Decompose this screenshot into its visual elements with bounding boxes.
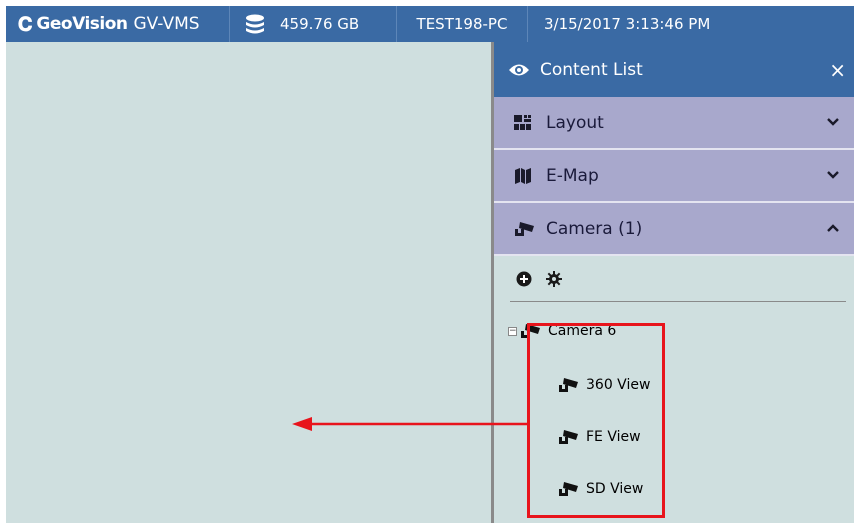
geovision-logo-icon: 𝐂 — [18, 12, 33, 36]
storage-value: 459.76 GB — [280, 15, 360, 33]
tree-item-sd-view[interactable]: SD View — [558, 480, 643, 498]
camera-icon — [520, 322, 542, 340]
chevron-down-icon[interactable] — [826, 168, 840, 182]
app-logo: 𝐂 GeoVision GV-VMS — [6, 6, 230, 42]
brand-name: GeoVision — [36, 14, 128, 34]
panel-header: Content List × — [494, 42, 854, 97]
date-time: 3/15/2017 3:13:46 PM — [544, 15, 711, 33]
section-camera-label: Camera (1) — [546, 218, 643, 239]
divider — [510, 301, 846, 302]
section-emap[interactable]: E-Map — [494, 150, 854, 203]
section-camera[interactable]: Camera (1) — [494, 203, 854, 256]
camera-icon — [558, 428, 580, 446]
database-icon — [246, 14, 264, 34]
camera-icon — [514, 220, 536, 238]
close-icon[interactable]: × — [829, 58, 846, 82]
camera-icon — [558, 376, 580, 394]
section-layout-label: Layout — [546, 112, 604, 133]
product-name: GV-VMS — [133, 14, 200, 34]
eye-icon — [509, 64, 529, 75]
tree-item-label: FE View — [586, 429, 641, 445]
section-emap-label: E-Map — [546, 165, 599, 186]
panel-title: Content List — [540, 59, 643, 80]
add-icon[interactable] — [516, 271, 532, 287]
map-icon — [514, 167, 536, 185]
section-layout[interactable]: Layout — [494, 97, 854, 150]
storage-indicator[interactable]: 459.76 GB — [230, 6, 397, 42]
collapse-icon[interactable]: − — [508, 326, 517, 336]
tree-item-camera[interactable]: − Camera 6 — [508, 322, 616, 340]
tree-item-label: SD View — [586, 481, 644, 497]
gear-icon[interactable] — [546, 270, 562, 287]
pc-name: TEST198-PC — [397, 6, 528, 42]
layout-grid-icon — [514, 114, 536, 131]
tree-item-360-view[interactable]: 360 View — [558, 376, 650, 394]
content-list-panel: Content List × Layout E-Map Camera (1) −… — [494, 42, 854, 523]
top-status-bar: 𝐂 GeoVision GV-VMS 459.76 GB TEST198-PC … — [6, 6, 854, 42]
chevron-down-icon[interactable] — [826, 115, 840, 129]
tree-item-label: Camera 6 — [548, 323, 617, 339]
camera-icon — [558, 480, 580, 498]
chevron-up-icon[interactable] — [826, 221, 840, 235]
tree-item-fe-view[interactable]: FE View — [558, 428, 641, 446]
tree-item-label: 360 View — [586, 377, 651, 393]
camera-toolbar — [494, 256, 854, 301]
live-view-workspace[interactable] — [6, 42, 493, 523]
